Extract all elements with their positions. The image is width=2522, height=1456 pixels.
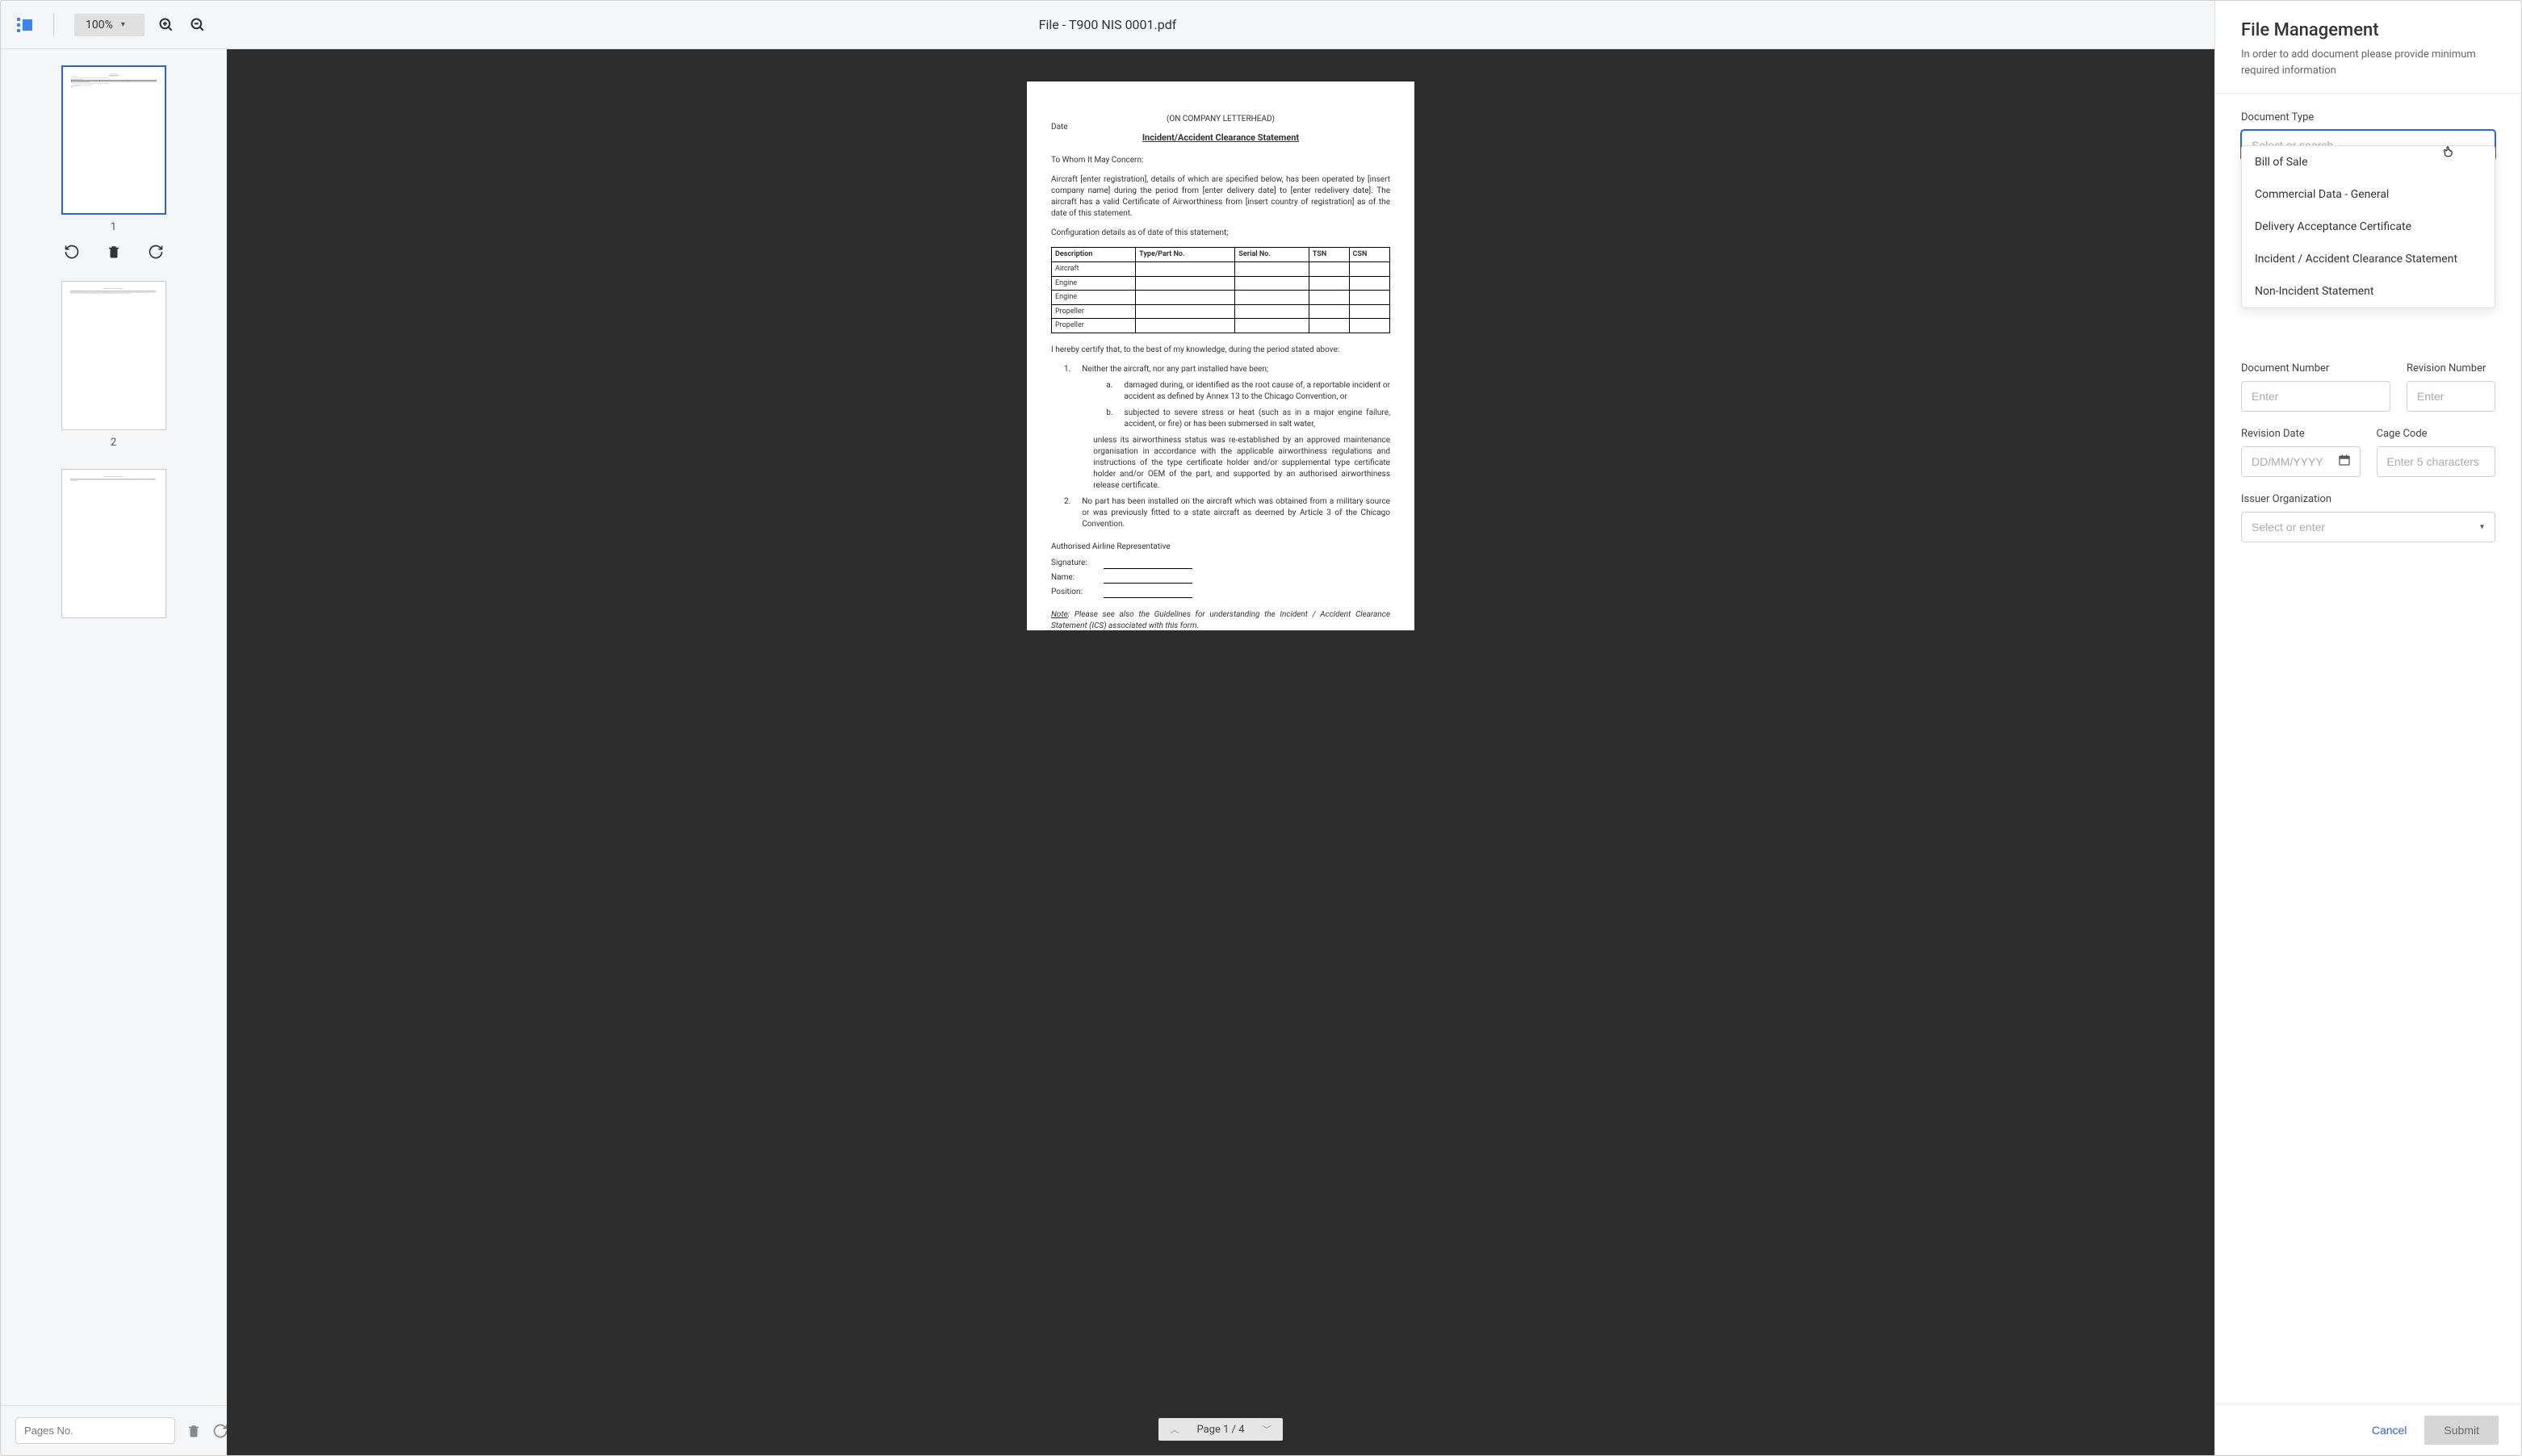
document-page: Date (ON COMPANY LETTERHEAD) Incident/Ac… [1027,82,1414,630]
main-section: 100% ▾ File - T900 NIS 0001.pdf [1,1,2214,1455]
caret-down-icon: ▾ [2480,523,2484,532]
thumbnail-page-2[interactable]: Guidelines for understanding the Inciden… [61,281,166,430]
doc-item-1a: damaged during, or identified as the roo… [1124,380,1390,403]
zoom-level-select[interactable]: 100% ▾ [74,14,145,36]
doc-number-label: Document Number [2241,362,2390,374]
cancel-button[interactable]: Cancel [2372,1424,2407,1437]
doc-item-1: Neither the aircraft, nor any part insta… [1082,364,1390,375]
table-header: TSN [1309,248,1349,262]
doc-type-label: Document Type [2241,111,2495,123]
pages-number-input[interactable] [15,1417,175,1444]
table-header: Description [1052,248,1136,262]
table-cell: Engine [1052,276,1136,291]
doc-title: Incident/Accident Clearance Statement [1051,132,1390,144]
zoom-out-icon [190,17,206,33]
panel-title: File Management [2241,20,2495,40]
cage-code-label: Cage Code [2377,428,2496,440]
zoom-in-button[interactable] [157,15,176,35]
rotate-left-icon [64,244,80,260]
table-cell: Engine [1052,291,1136,305]
file-management-panel: File Management In order to add document… [2214,1,2521,1455]
dropdown-option[interactable]: Non-Incident Statement [2242,275,2495,308]
issuer-select[interactable] [2241,512,2495,542]
zoom-in-icon [158,17,174,33]
doc-salutation: To Whom It May Concern: [1051,155,1390,166]
thumbnails-scroll[interactable]: (ON COMPANY LETTERHEAD) Incident/Acciden… [1,49,226,1405]
thumbnail-page-1[interactable]: (ON COMPANY LETTERHEAD) Incident/Acciden… [61,65,166,215]
doc-certify: I hereby certify that, to the best of my… [1051,345,1390,356]
dropdown-option[interactable]: Commercial Data - General [2242,178,2495,211]
page-navigator: ︿ Page 1 / 4 ﹀ [1158,1418,1282,1441]
app-container: 100% ▾ File - T900 NIS 0001.pdf [0,0,2522,1456]
doc-item-2: No part has been installed on the aircra… [1082,496,1390,530]
table-cell: Aircraft [1052,261,1136,276]
toolbar: 100% ▾ File - T900 NIS 0001.pdf [1,1,2214,49]
table-header: Type/Part No. [1136,248,1235,262]
panel-subtitle: In order to add document please provide … [2241,47,2495,78]
page-indicator: Page 1 / 4 [1196,1424,1244,1436]
thumbnail-item: Guidelines for understanding the Inciden… [25,469,202,618]
submit-button[interactable]: Submit [2424,1416,2499,1445]
table-header: Serial No. [1235,248,1309,262]
rotate-right-icon [148,244,164,260]
panel-footer: Cancel Submit [2215,1404,2521,1455]
rotate-right-button[interactable] [147,243,165,261]
thumbnail-actions [25,243,202,261]
doc-date-label: Date [1051,122,1068,133]
doc-item-1b: subjected to severe stress or heat (such… [1125,408,1390,430]
doc-note: Note: Please see also the Guidelines for… [1051,609,1390,632]
table-cell: Propeller [1052,304,1136,319]
zoom-out-button[interactable] [188,15,207,35]
delete-page-button[interactable] [105,243,123,261]
toolbar-divider [53,13,54,37]
footer-delete-button[interactable] [186,1423,201,1439]
thumbnail-item: (ON COMPANY LETTERHEAD) Incident/Acciden… [25,65,202,261]
page-prev-button[interactable]: ︿ [1170,1423,1179,1436]
footer-rotate-button[interactable] [212,1423,228,1439]
document-viewer[interactable]: Date (ON COMPANY LETTERHEAD) Incident/Ac… [227,49,2214,1455]
rev-date-label: Revision Date [2241,428,2361,440]
cage-code-input[interactable] [2377,446,2496,477]
thumbnail-page-3[interactable]: Guidelines for understanding the Inciden… [61,469,166,618]
sidebar-toggle-button[interactable] [17,18,33,32]
rev-number-label: Revision Number [2407,362,2495,374]
doc-config-table: Description Type/Part No. Serial No. TSN… [1051,247,1390,333]
trash-icon [107,245,121,259]
panel-header: File Management In order to add document… [2215,1,2521,94]
rotate-left-button[interactable] [63,243,81,261]
trash-icon [186,1424,201,1438]
dropdown-option[interactable]: Incident / Accident Clearance Statement [2242,243,2495,275]
panel-body: Document Type Bill of Sale Commercial Da… [2215,94,2521,1404]
doc-item-1-unless: unless its airworthiness status was re-e… [1082,435,1390,492]
zoom-level-value: 100% [86,19,113,31]
rotate-right-icon [212,1423,228,1439]
thumbnail-page-number: 1 [25,221,202,233]
issuer-label: Issuer Organization [2241,493,2495,505]
calendar-icon[interactable] [2338,454,2351,470]
page-next-button[interactable]: ﹀ [1263,1423,1271,1436]
thumbnail-item: Guidelines for understanding the Inciden… [25,281,202,449]
doc-letterhead: (ON COMPANY LETTERHEAD) [1051,114,1390,125]
doc-type-dropdown: Bill of Sale Commercial Data - General D… [2241,145,2495,308]
thumbnail-page-number: 2 [25,437,202,449]
dropdown-option[interactable]: Bill of Sale [2242,146,2495,178]
caret-down-icon: ▾ [121,20,125,29]
position-label: Position: [1051,587,1096,598]
thumbnails-panel: (ON COMPANY LETTERHEAD) Incident/Acciden… [1,49,227,1455]
doc-rep-heading: Authorised Airline Representative [1051,542,1390,553]
file-title: File - T900 NIS 0001.pdf [1039,17,1177,32]
name-label: Name: [1051,572,1096,584]
thumbnails-footer [1,1405,226,1455]
rev-number-input[interactable] [2407,381,2495,412]
doc-intro: Aircraft [enter registration], details o… [1051,174,1390,220]
content-row: (ON COMPANY LETTERHEAD) Incident/Acciden… [1,49,2214,1455]
sig-label: Signature: [1051,558,1096,569]
dropdown-option[interactable]: Delivery Acceptance Certificate [2242,211,2495,243]
table-header: CSN [1349,248,1389,262]
doc-number-input[interactable] [2241,381,2390,412]
doc-config-line: Configuration details as of date of this… [1051,228,1390,239]
table-cell: Propeller [1052,319,1136,333]
